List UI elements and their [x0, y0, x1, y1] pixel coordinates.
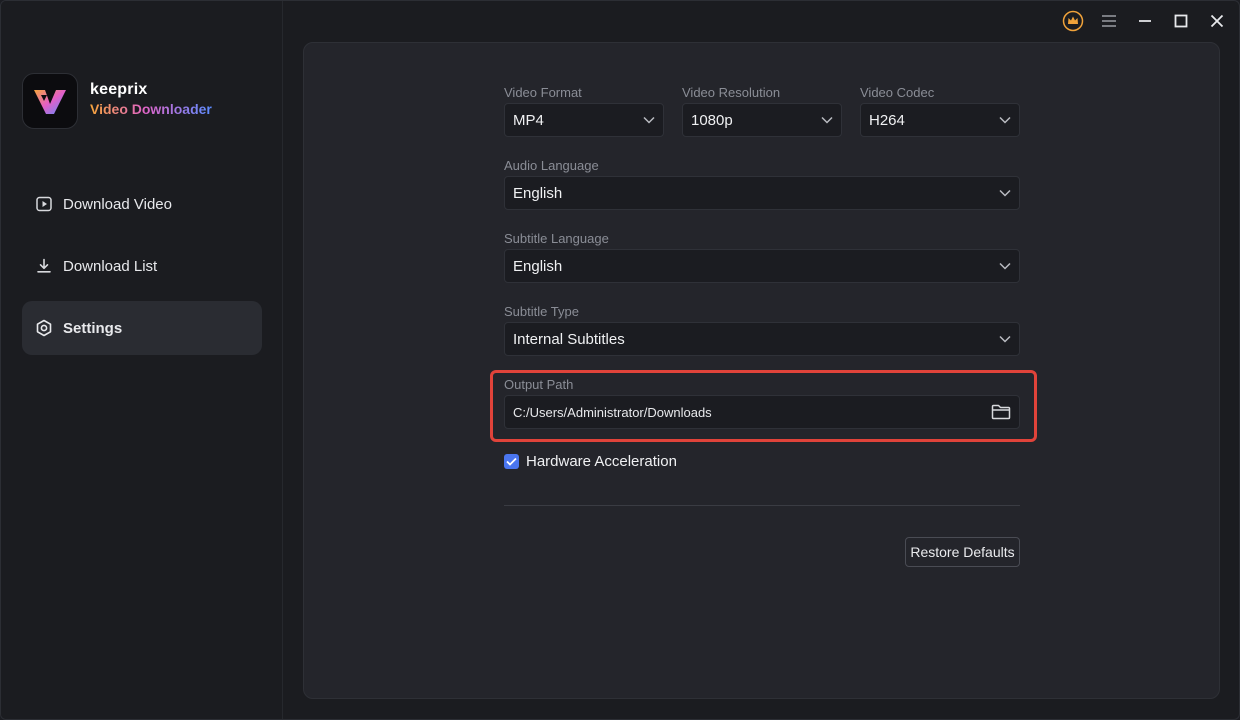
maximize-icon: [1174, 14, 1188, 28]
crown-button[interactable]: [1055, 1, 1091, 41]
video-codec-label: Video Codec: [860, 85, 935, 100]
brand-name: keeprix: [90, 81, 148, 98]
chevron-down-icon: [999, 335, 1011, 343]
minimize-button[interactable]: [1127, 1, 1163, 41]
subtitle-language-value: English: [513, 257, 563, 275]
play-icon: [35, 195, 53, 213]
video-resolution-label: Video Resolution: [682, 85, 781, 100]
restore-defaults-button[interactable]: Restore Defaults: [905, 537, 1020, 567]
brand-subtitle: Video Downloader: [90, 101, 212, 117]
app-logo: [22, 73, 78, 129]
menu-button[interactable]: [1091, 1, 1127, 41]
video-resolution-select[interactable]: 1080p: [682, 103, 842, 137]
audio-language-label: Audio Language: [504, 158, 599, 173]
subtitle-type-label: Subtitle Type: [504, 304, 579, 319]
hardware-acceleration-row[interactable]: Hardware Acceleration: [504, 453, 1020, 470]
check-icon: [506, 457, 517, 466]
subtitle-language-select[interactable]: English: [504, 249, 1020, 283]
chevron-down-icon: [643, 116, 655, 124]
chevron-down-icon: [999, 189, 1011, 197]
subtitle-language-label: Subtitle Language: [504, 231, 609, 246]
sidebar-item-label: Settings: [63, 319, 123, 337]
output-path-label: Output Path: [504, 377, 574, 392]
download-icon: [35, 257, 53, 275]
video-codec-select[interactable]: H264: [860, 103, 1020, 137]
subtitle-type-group: Subtitle Type Internal Subtitles: [504, 304, 1020, 356]
minimize-icon: [1139, 20, 1151, 22]
maximize-button[interactable]: [1163, 1, 1199, 41]
logo-icon: [34, 90, 66, 114]
chevron-down-icon: [999, 262, 1011, 270]
sidebar: keeprix Video Downloader Download Video …: [1, 1, 283, 719]
chevron-down-icon: [999, 116, 1011, 124]
video-format-value: MP4: [513, 111, 544, 129]
audio-language-group: Audio Language English: [504, 158, 1020, 210]
app-window: keeprix Video Downloader Download Video …: [0, 0, 1240, 720]
output-path-field[interactable]: C:/Users/Administrator/Downloads: [504, 395, 1020, 429]
divider: [504, 505, 1020, 506]
subtitle-type-value: Internal Subtitles: [513, 330, 625, 348]
sidebar-item-label: Download Video: [63, 195, 172, 213]
settings-panel: Video Format MP4 Video Resolution 1080p …: [303, 42, 1220, 699]
menu-icon: [1102, 15, 1116, 27]
output-path-group: Output Path C:/Users/Administrator/Downl…: [504, 377, 1020, 429]
title-bar: [1055, 1, 1239, 41]
audio-language-select[interactable]: English: [504, 176, 1020, 210]
sidebar-item-download-list[interactable]: Download List: [22, 239, 262, 293]
close-button[interactable]: [1199, 1, 1235, 41]
output-path-value: C:/Users/Administrator/Downloads: [513, 404, 712, 420]
folder-icon[interactable]: [991, 404, 1011, 420]
close-icon: [1210, 14, 1224, 28]
subtitle-type-select[interactable]: Internal Subtitles: [504, 322, 1020, 356]
sidebar-nav: Download Video Download List Settings: [22, 177, 262, 363]
hardware-acceleration-label: Hardware Acceleration: [526, 453, 677, 470]
subtitle-language-group: Subtitle Language English: [504, 231, 1020, 283]
sidebar-item-settings[interactable]: Settings: [22, 301, 262, 355]
video-codec-value: H264: [869, 111, 905, 129]
video-resolution-value: 1080p: [691, 111, 733, 129]
sidebar-item-label: Download List: [63, 257, 158, 275]
settings-form: Video Format MP4 Video Resolution 1080p …: [504, 85, 1020, 470]
crown-icon: [1062, 10, 1084, 32]
audio-language-value: English: [513, 184, 563, 202]
format-row: Video Format MP4 Video Resolution 1080p …: [504, 85, 1020, 137]
video-format-label: Video Format: [504, 85, 582, 100]
hardware-acceleration-checkbox[interactable]: [504, 454, 519, 469]
chevron-down-icon: [821, 116, 833, 124]
sidebar-item-download-video[interactable]: Download Video: [22, 177, 262, 231]
video-format-select[interactable]: MP4: [504, 103, 664, 137]
gear-icon: [35, 319, 53, 337]
